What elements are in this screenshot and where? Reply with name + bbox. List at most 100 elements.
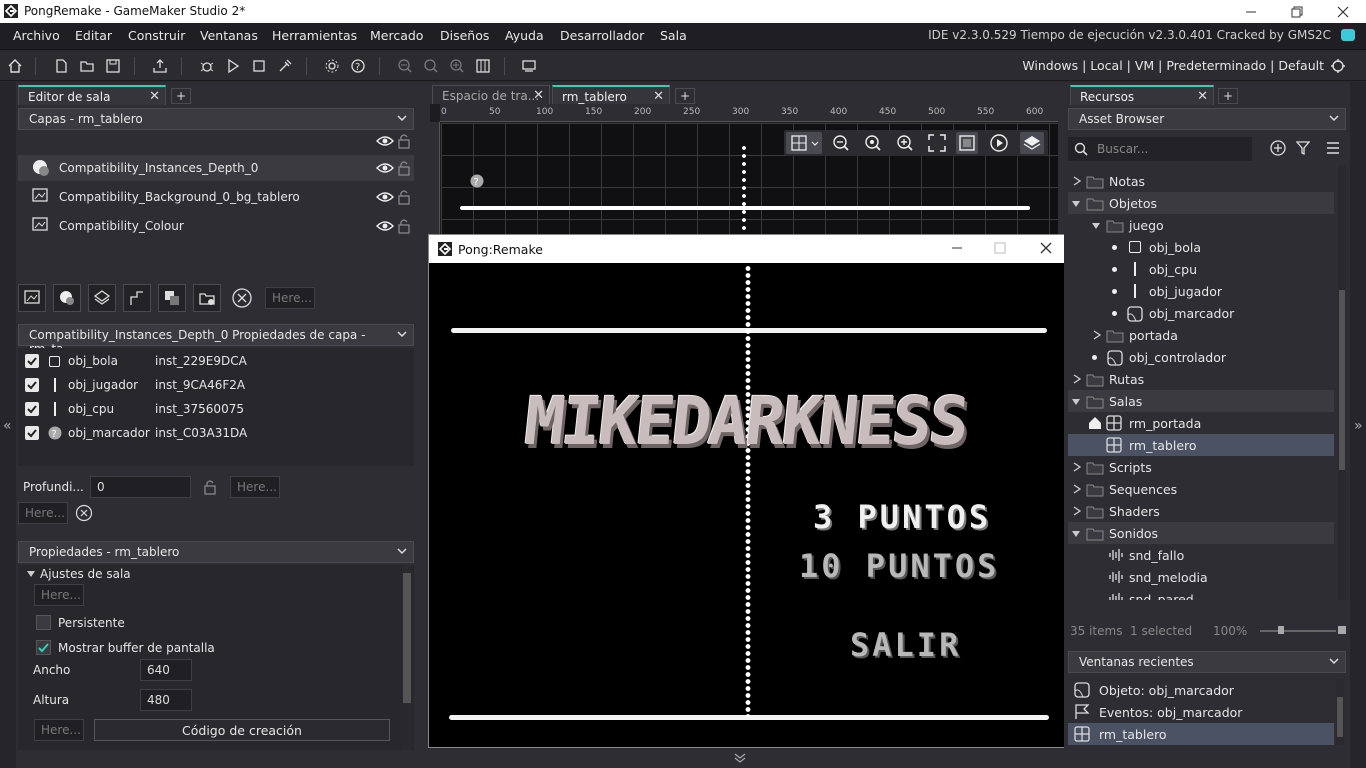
recent-item[interactable]: Objeto: obj_marcador: [1068, 679, 1334, 701]
add-tile-layer-button[interactable]: [88, 284, 116, 312]
eye-icon[interactable]: [376, 191, 394, 203]
close-tab-icon[interactable]: ✕: [149, 89, 160, 104]
debug-icon[interactable]: [196, 55, 218, 77]
list-item[interactable]: obj_jugador inst_9CA46F2A: [18, 374, 414, 396]
layer-row-instances[interactable]: Compatibility_Instances_Depth_0: [18, 155, 414, 181]
scrollbar[interactable]: [1336, 679, 1344, 745]
tree-item-obj-bola[interactable]: obj_bola: [1068, 236, 1334, 258]
tab-rm-tablero[interactable]: rm_tablero ✕: [552, 85, 670, 105]
home-button[interactable]: [4, 55, 26, 77]
eye-icon[interactable]: [376, 220, 394, 232]
clean-icon[interactable]: [274, 55, 296, 77]
workspace-icon[interactable]: [472, 55, 494, 77]
filter-icon[interactable]: [1296, 140, 1310, 156]
zoom-out-icon[interactable]: [830, 132, 852, 154]
tree-item-snd-pared[interactable]: snd_pared: [1068, 588, 1334, 600]
width-field[interactable]: 640: [140, 659, 192, 681]
fit-view-icon[interactable]: [926, 132, 948, 154]
recent-item[interactable]: Eventos: obj_marcador: [1068, 701, 1334, 723]
room-properties-header[interactable]: Propiedades - rm_tablero: [18, 541, 414, 563]
zoom-in-icon[interactable]: [894, 132, 916, 154]
close-tab-icon[interactable]: ✕: [1197, 89, 1208, 104]
collapse-left-icon[interactable]: «: [3, 418, 12, 434]
delete-layer-icon[interactable]: [231, 287, 253, 309]
tree-item-obj-cpu[interactable]: obj_cpu: [1068, 258, 1334, 280]
creation-code-button[interactable]: Código de creación: [94, 719, 390, 741]
add-instance-layer-button[interactable]: [53, 284, 81, 312]
menu-archivo[interactable]: Archivo: [13, 28, 60, 43]
tree-folder-scripts[interactable]: Scripts: [1068, 456, 1334, 478]
clear-icon[interactable]: [75, 504, 93, 522]
menu-disenos[interactable]: Diseños: [440, 28, 489, 43]
close-tab-icon[interactable]: ✕: [653, 89, 664, 104]
close-window-button[interactable]: [1031, 238, 1061, 258]
menu-herramientas[interactable]: Herramientas: [272, 28, 357, 43]
layer-row-background[interactable]: Compatibility_Background_0_bg_tablero: [18, 184, 414, 210]
play-icon[interactable]: [988, 132, 1010, 154]
lock-icon[interactable]: [204, 479, 216, 495]
menu-option-10-puntos[interactable]: 10 PUNTOS: [799, 547, 999, 585]
stop-button[interactable]: [248, 55, 270, 77]
run-button[interactable]: [222, 55, 244, 77]
tree-item-obj-jugador[interactable]: obj_jugador: [1068, 280, 1334, 302]
tree-item-obj-marcador[interactable]: obj_marcador: [1068, 302, 1334, 324]
add-tab-button[interactable]: +: [1218, 88, 1238, 104]
tree-item-obj-controlador[interactable]: obj_controlador: [1068, 346, 1334, 368]
close-window-button[interactable]: [1320, 0, 1366, 23]
zoom-in-icon[interactable]: [446, 55, 468, 77]
list-item[interactable]: obj_bola inst_229E9DCA: [18, 350, 414, 372]
depth-field[interactable]: 0: [90, 476, 191, 498]
creation-code-field[interactable]: Here...: [34, 719, 84, 741]
menu-option-3-puntos[interactable]: 3 PUNTOS: [813, 498, 991, 536]
tree-folder-rutas[interactable]: Rutas: [1068, 368, 1334, 390]
export-button[interactable]: [149, 55, 171, 77]
menu-desarrollador[interactable]: Desarrollador: [560, 28, 644, 43]
menu-sala[interactable]: Sala: [660, 28, 687, 43]
lock-icon[interactable]: [398, 189, 410, 205]
tree-folder-objetos[interactable]: Objetos: [1068, 192, 1334, 214]
restore-button[interactable]: [1274, 0, 1320, 23]
new-file-button[interactable]: [50, 55, 72, 77]
save-button[interactable]: [102, 55, 124, 77]
menu-editar[interactable]: Editar: [75, 28, 112, 43]
chevron-down-icon[interactable]: [734, 753, 746, 763]
tab-room-editor[interactable]: Editor de sala ✕: [18, 85, 166, 105]
asset-browser-header[interactable]: Asset Browser: [1068, 108, 1346, 130]
instance-checkbox[interactable]: [25, 378, 39, 392]
tab-workspace[interactable]: Espacio de tra... ✕: [432, 85, 550, 105]
target-settings-icon[interactable]: [1327, 55, 1349, 77]
layer-field[interactable]: Here...: [265, 287, 315, 309]
tree-item-rm-portada[interactable]: rm_portada: [1068, 412, 1334, 434]
room-settings-field[interactable]: Here...: [34, 584, 84, 606]
tree-item-snd-fallo[interactable]: snd_fallo: [1068, 544, 1334, 566]
layer-properties-header[interactable]: Compatibility_Instances_Depth_0 Propieda…: [18, 324, 414, 356]
tree-item-snd-melodia[interactable]: snd_melodia: [1068, 566, 1334, 588]
instance-checkbox[interactable]: [25, 402, 39, 416]
menu-icon[interactable]: [1326, 141, 1340, 155]
triangle-down-icon[interactable]: [27, 570, 35, 578]
layer-row-colour[interactable]: Compatibility_Colour: [18, 213, 414, 239]
height-field[interactable]: 480: [140, 689, 192, 711]
tree-folder-juego[interactable]: juego: [1068, 214, 1334, 236]
recent-item[interactable]: rm_tablero: [1068, 723, 1334, 745]
zoom-reset-icon[interactable]: [420, 55, 442, 77]
menu-ventanas[interactable]: Ventanas: [200, 28, 258, 43]
menu-construir[interactable]: Construir: [128, 28, 185, 43]
list-item[interactable]: obj_cpu inst_37560075: [18, 398, 414, 420]
minimize-button[interactable]: [942, 238, 972, 258]
add-background-layer-button[interactable]: [18, 284, 46, 312]
instance-checkbox[interactable]: [25, 426, 39, 440]
help-icon[interactable]: ?: [347, 55, 369, 77]
eye-icon[interactable]: [376, 162, 394, 174]
maximize-button[interactable]: [985, 238, 1015, 258]
add-path-layer-button[interactable]: [123, 284, 151, 312]
instance-checkbox[interactable]: [25, 354, 39, 368]
zoom-reset-icon[interactable]: [862, 132, 884, 154]
scrollbar[interactable]: [1338, 166, 1346, 600]
persistent-checkbox[interactable]: [36, 615, 51, 630]
add-asset-layer-button[interactable]: [158, 284, 186, 312]
lock-icon[interactable]: [398, 160, 410, 176]
tree-folder-sequences[interactable]: Sequences: [1068, 478, 1334, 500]
recent-windows-header[interactable]: Ventanas recientes: [1068, 651, 1346, 673]
chat-icon[interactable]: [1341, 29, 1355, 41]
